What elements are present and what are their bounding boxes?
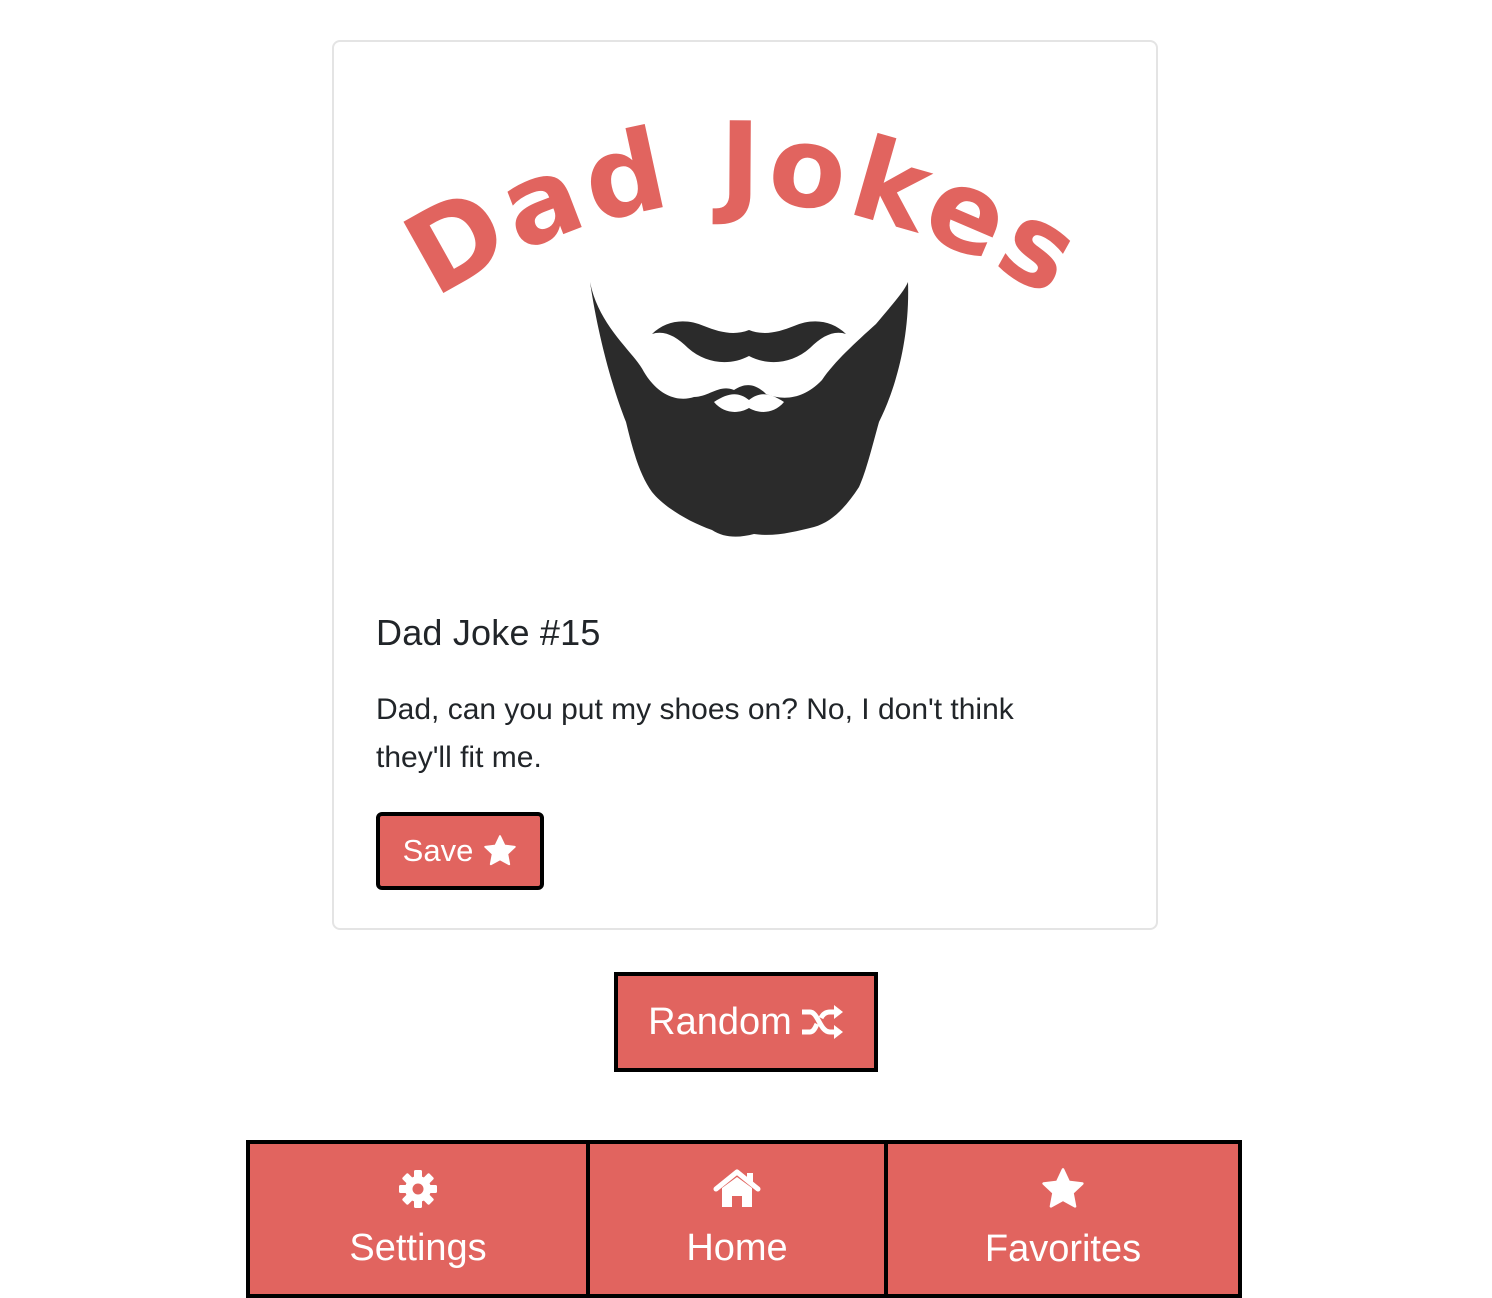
home-icon [713, 1169, 761, 1209]
nav-item-settings[interactable]: Settings [246, 1140, 590, 1298]
nav-item-label: Favorites [984, 1227, 1142, 1270]
shuffle-icon [800, 1004, 844, 1040]
beard-icon [590, 282, 909, 537]
bottom-nav: Settings Home Favorites [246, 1140, 1246, 1298]
star-icon [483, 835, 517, 867]
save-button-label: Save [402, 833, 474, 868]
joke-card: Dad Jokes Dad Joke #15 Dad, can you put … [332, 40, 1158, 930]
gear-icon [398, 1169, 438, 1209]
dad-jokes-logo: Dad Jokes [394, 102, 1094, 537]
nav-item-label: Home [686, 1226, 788, 1269]
star-icon [1041, 1167, 1085, 1210]
nav-item-home[interactable]: Home [586, 1140, 888, 1298]
logo-text: Dad Jokes [394, 102, 1094, 323]
joke-title: Dad Joke #15 [376, 612, 601, 653]
random-button[interactable]: Random [614, 972, 878, 1072]
random-button-label: Random [648, 1000, 792, 1043]
nav-item-favorites[interactable]: Favorites [884, 1140, 1242, 1298]
save-button[interactable]: Save [376, 812, 544, 890]
joke-text: Dad, can you put my shoes on? No, I don'… [376, 693, 1014, 774]
nav-item-label: Settings [349, 1226, 487, 1269]
